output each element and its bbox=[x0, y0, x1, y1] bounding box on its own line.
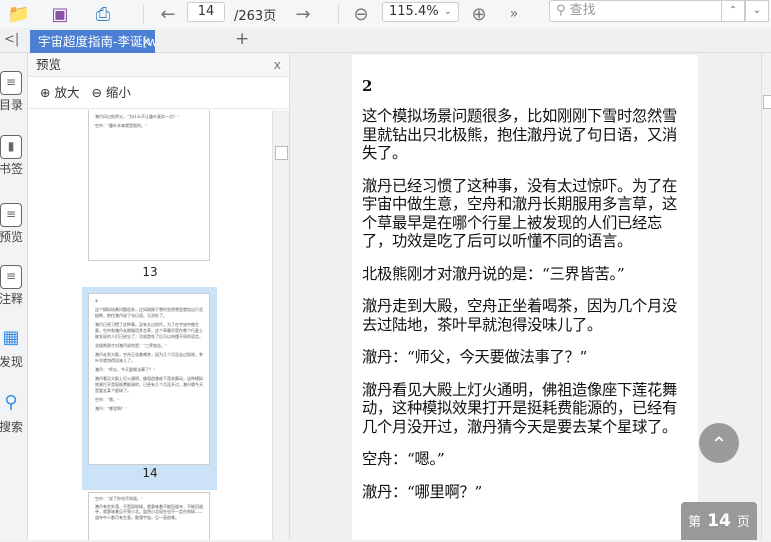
thumb-page-number: 14 bbox=[142, 466, 158, 480]
thumb-zoom-out-button[interactable]: ⊖ 缩小 bbox=[91, 85, 136, 100]
paragraph: 空舟：“嗯。” bbox=[362, 450, 445, 468]
panel-title: 预览 bbox=[36, 57, 62, 72]
thumb-line: 澈丹：“哪里啊？” bbox=[95, 406, 128, 411]
thumb-line: 澈丹已经习惯了这种事，没有太过惊吓。为了在宇宙中做生意，空舟和澈丹长期服用多言草… bbox=[95, 322, 203, 339]
list-icon: ≡ bbox=[0, 71, 22, 95]
thumbnail-page-15[interactable]: 空舟：“说了你也不知道。” 澈丹有些失落，不是因地球，就意味着不能回道寺，不能回道… bbox=[88, 492, 210, 540]
close-panel-button[interactable]: x bbox=[274, 53, 281, 77]
page-number: 14 bbox=[707, 511, 731, 531]
back-to-top-button[interactable]: ⌃ bbox=[699, 423, 739, 463]
rail-label: 书签 bbox=[0, 162, 23, 176]
search-next-button[interactable]: ⌄ bbox=[745, 0, 769, 22]
sidebar-item-preview[interactable]: ≡ 预览 bbox=[0, 203, 28, 245]
sidebar-item-bookmarks[interactable]: ▮ 书签 bbox=[0, 135, 28, 177]
thumb-line: 2 bbox=[95, 298, 98, 303]
paragraph: 澈丹走到大殿，空舟正坐着喝茶，因为几个月没去过陆地，茶叶早就泡得没味儿了。 bbox=[362, 297, 677, 334]
rail-label: 预览 bbox=[0, 230, 23, 244]
thumb-line: 澈丹走到大殿，空舟正坐着喝茶，因为几个月没去过陆地，茶叶早就泡得没味儿了。 bbox=[95, 352, 203, 363]
search-placeholder: 查找 bbox=[569, 3, 596, 18]
open-folder-icon[interactable]: 📁 bbox=[8, 3, 30, 25]
page-number-input[interactable]: 14 bbox=[187, 2, 225, 22]
thumb-line: 空舟：“嗯。” bbox=[95, 397, 120, 402]
page-indicator: 第 14 页 bbox=[681, 502, 757, 540]
thumb-zoom-in-button[interactable]: ⊕ 放大 bbox=[40, 85, 85, 100]
paragraph: 澈丹已经习惯了这种事，没有太过惊吓。为了在宇宙中做生意，空舟和澈丹长期服用多言草… bbox=[362, 176, 677, 251]
add-tab-button[interactable]: + bbox=[235, 29, 249, 49]
label: 页 bbox=[736, 515, 750, 530]
paragraph: 这个模拟场景问题很多，比如刚刚下雪时忽然雪里就钻出只北极熊，抱住澈丹说了句日语，… bbox=[362, 107, 677, 162]
thumb-line: 北极熊刚才对澈丹说的是：“三界皆苦。” bbox=[95, 343, 168, 348]
print-icon[interactable]: ⎙ bbox=[92, 3, 114, 25]
search-icon: ⚲ bbox=[4, 392, 18, 413]
label: 缩小 bbox=[105, 85, 131, 100]
section-heading: 2 bbox=[362, 77, 373, 95]
save-icon[interactable]: ▣ bbox=[49, 3, 71, 25]
chevron-down-icon: ⌄ bbox=[443, 6, 452, 17]
thumb-line: 澈丹有些失落，不是因地球，就意味着不能回道寺，不能回道寺，就意味着见不到小北。虽… bbox=[95, 503, 203, 520]
panel-scrollbar[interactable] bbox=[272, 110, 289, 540]
thumb-line: 澈丹看见大殿上灯火通明，佛祖造像座下莲花舞动，这种模拟效果打开是挺耗费能源的，已… bbox=[95, 376, 203, 393]
zoom-value: 115.4% bbox=[389, 4, 439, 19]
pages-icon: ≡ bbox=[0, 203, 22, 227]
zoom-out-icon[interactable]: ⊖ bbox=[350, 3, 372, 25]
collapse-sidebar-button[interactable]: <| bbox=[4, 32, 19, 47]
search-input[interactable]: ⚲ 查找 bbox=[549, 0, 722, 22]
rail-label: 搜索 bbox=[0, 420, 23, 434]
label: 第 bbox=[688, 515, 702, 530]
prev-page-icon[interactable]: ← bbox=[157, 3, 179, 25]
tab-title: 宇宙超度指南-李诞[www.j9p.co bbox=[38, 34, 155, 49]
paragraph: 澈丹：“哪里啊？” bbox=[362, 482, 483, 501]
thumbnail-list: 了。澈丹问过他师父，“为什么不让露叶真实一点？” 空舟：“露叶本来就是假的。” 1… bbox=[28, 110, 272, 540]
preview-panel: 预览 x ⊕ 放大 ⊖ 缩小 了。澈丹问过他师父，“为什么不让露叶真实一点？” 空舟：… bbox=[28, 53, 290, 540]
tab-document[interactable]: 宇宙超度指南-李诞[www.j9p.cox bbox=[30, 30, 155, 53]
paragraph: 澈丹：“师父，今天要做法事了？” bbox=[362, 348, 587, 366]
document-scrollbar[interactable] bbox=[761, 53, 771, 540]
scrollbar-thumb[interactable] bbox=[763, 95, 771, 109]
thumb-line: 空舟：“说了你也不知道。” bbox=[95, 496, 144, 501]
thumb-line: 空舟：“露叶本来就是假的。” bbox=[95, 123, 148, 128]
tab-bar: <| 宇宙超度指南-李诞[www.j9p.cox + bbox=[0, 28, 771, 53]
scrollbar-thumb[interactable] bbox=[275, 146, 288, 160]
search-prev-button[interactable]: ⌃ bbox=[721, 0, 745, 22]
sidebar-item-search[interactable]: ⚲ 搜索 bbox=[0, 393, 28, 435]
sidebar-item-annotations[interactable]: ≡ 注释 bbox=[0, 265, 28, 307]
sidebar-rail: ≡ 目录 ▮ 书签 ≡ 预览 ≡ 注释 ▦ 发现 ⚲ 搜索 bbox=[0, 53, 28, 540]
thumb-line: 澈丹：“师父，今天要做法事了？” bbox=[95, 367, 156, 372]
paragraph: 北极熊刚才对澈丹说的是：“三界皆苦。” bbox=[362, 264, 625, 283]
thumbnail-page-14[interactable]: 2 这个模拟场景问题很多，比如刚刚下雪时忽然雪里就钻出只北极熊，抱住澈丹说了句日… bbox=[88, 293, 210, 465]
total-pages: /263页 bbox=[234, 9, 277, 24]
sidebar-item-toc[interactable]: ≡ 目录 bbox=[0, 71, 28, 113]
sidebar-item-discover[interactable]: ▦ 发现 bbox=[0, 328, 28, 370]
label: 放大 bbox=[54, 85, 80, 100]
zoom-select[interactable]: 115.4% ⌄ bbox=[382, 2, 459, 22]
more-button[interactable]: » bbox=[503, 3, 525, 25]
paragraph: 澈丹看见大殿上灯火通明，佛祖造像座下莲花舞动，这种模拟效果打开是挺耗费能源的，已… bbox=[362, 380, 677, 436]
rail-label: 目录 bbox=[0, 98, 23, 112]
note-icon: ≡ bbox=[0, 265, 22, 289]
rail-label: 注释 bbox=[0, 292, 23, 306]
chevron-up-icon: ⌃ bbox=[710, 432, 728, 456]
thumb-line: 了。 bbox=[95, 110, 203, 111]
toolbar: 📁 ▣ ⎙ ← 14 /263页 → ⊖ 115.4% ⌄ ⊕ » ⚲ 查找 ⌃ … bbox=[0, 0, 771, 28]
apps-icon: ▦ bbox=[2, 327, 20, 348]
rail-label: 发现 bbox=[0, 355, 23, 369]
close-tab-icon[interactable]: x bbox=[143, 30, 150, 53]
thumb-page-number: 13 bbox=[142, 265, 158, 279]
document-page: 2 这个模拟场景问题很多，比如刚刚下雪时忽然雪里就钻出只北极熊，抱住澈丹说了句日… bbox=[352, 55, 698, 540]
thumb-line: 这个模拟场景问题很多，比如刚刚下雪时忽然雪里就钻出只北极熊，抱住澈丹说了句日语，… bbox=[95, 307, 203, 318]
thumbnail-page-13[interactable]: 了。澈丹问过他师父，“为什么不让露叶真实一点？” 空舟：“露叶本来就是假的。” bbox=[88, 110, 210, 261]
search-icon: ⚲ bbox=[556, 3, 566, 18]
bookmark-icon: ▮ bbox=[0, 135, 22, 159]
zoom-in-icon[interactable]: ⊕ bbox=[468, 3, 490, 25]
thumb-line: 澈丹问过他师父，“为什么不让露叶真实一点？” bbox=[95, 114, 180, 119]
next-page-icon[interactable]: → bbox=[292, 3, 314, 25]
